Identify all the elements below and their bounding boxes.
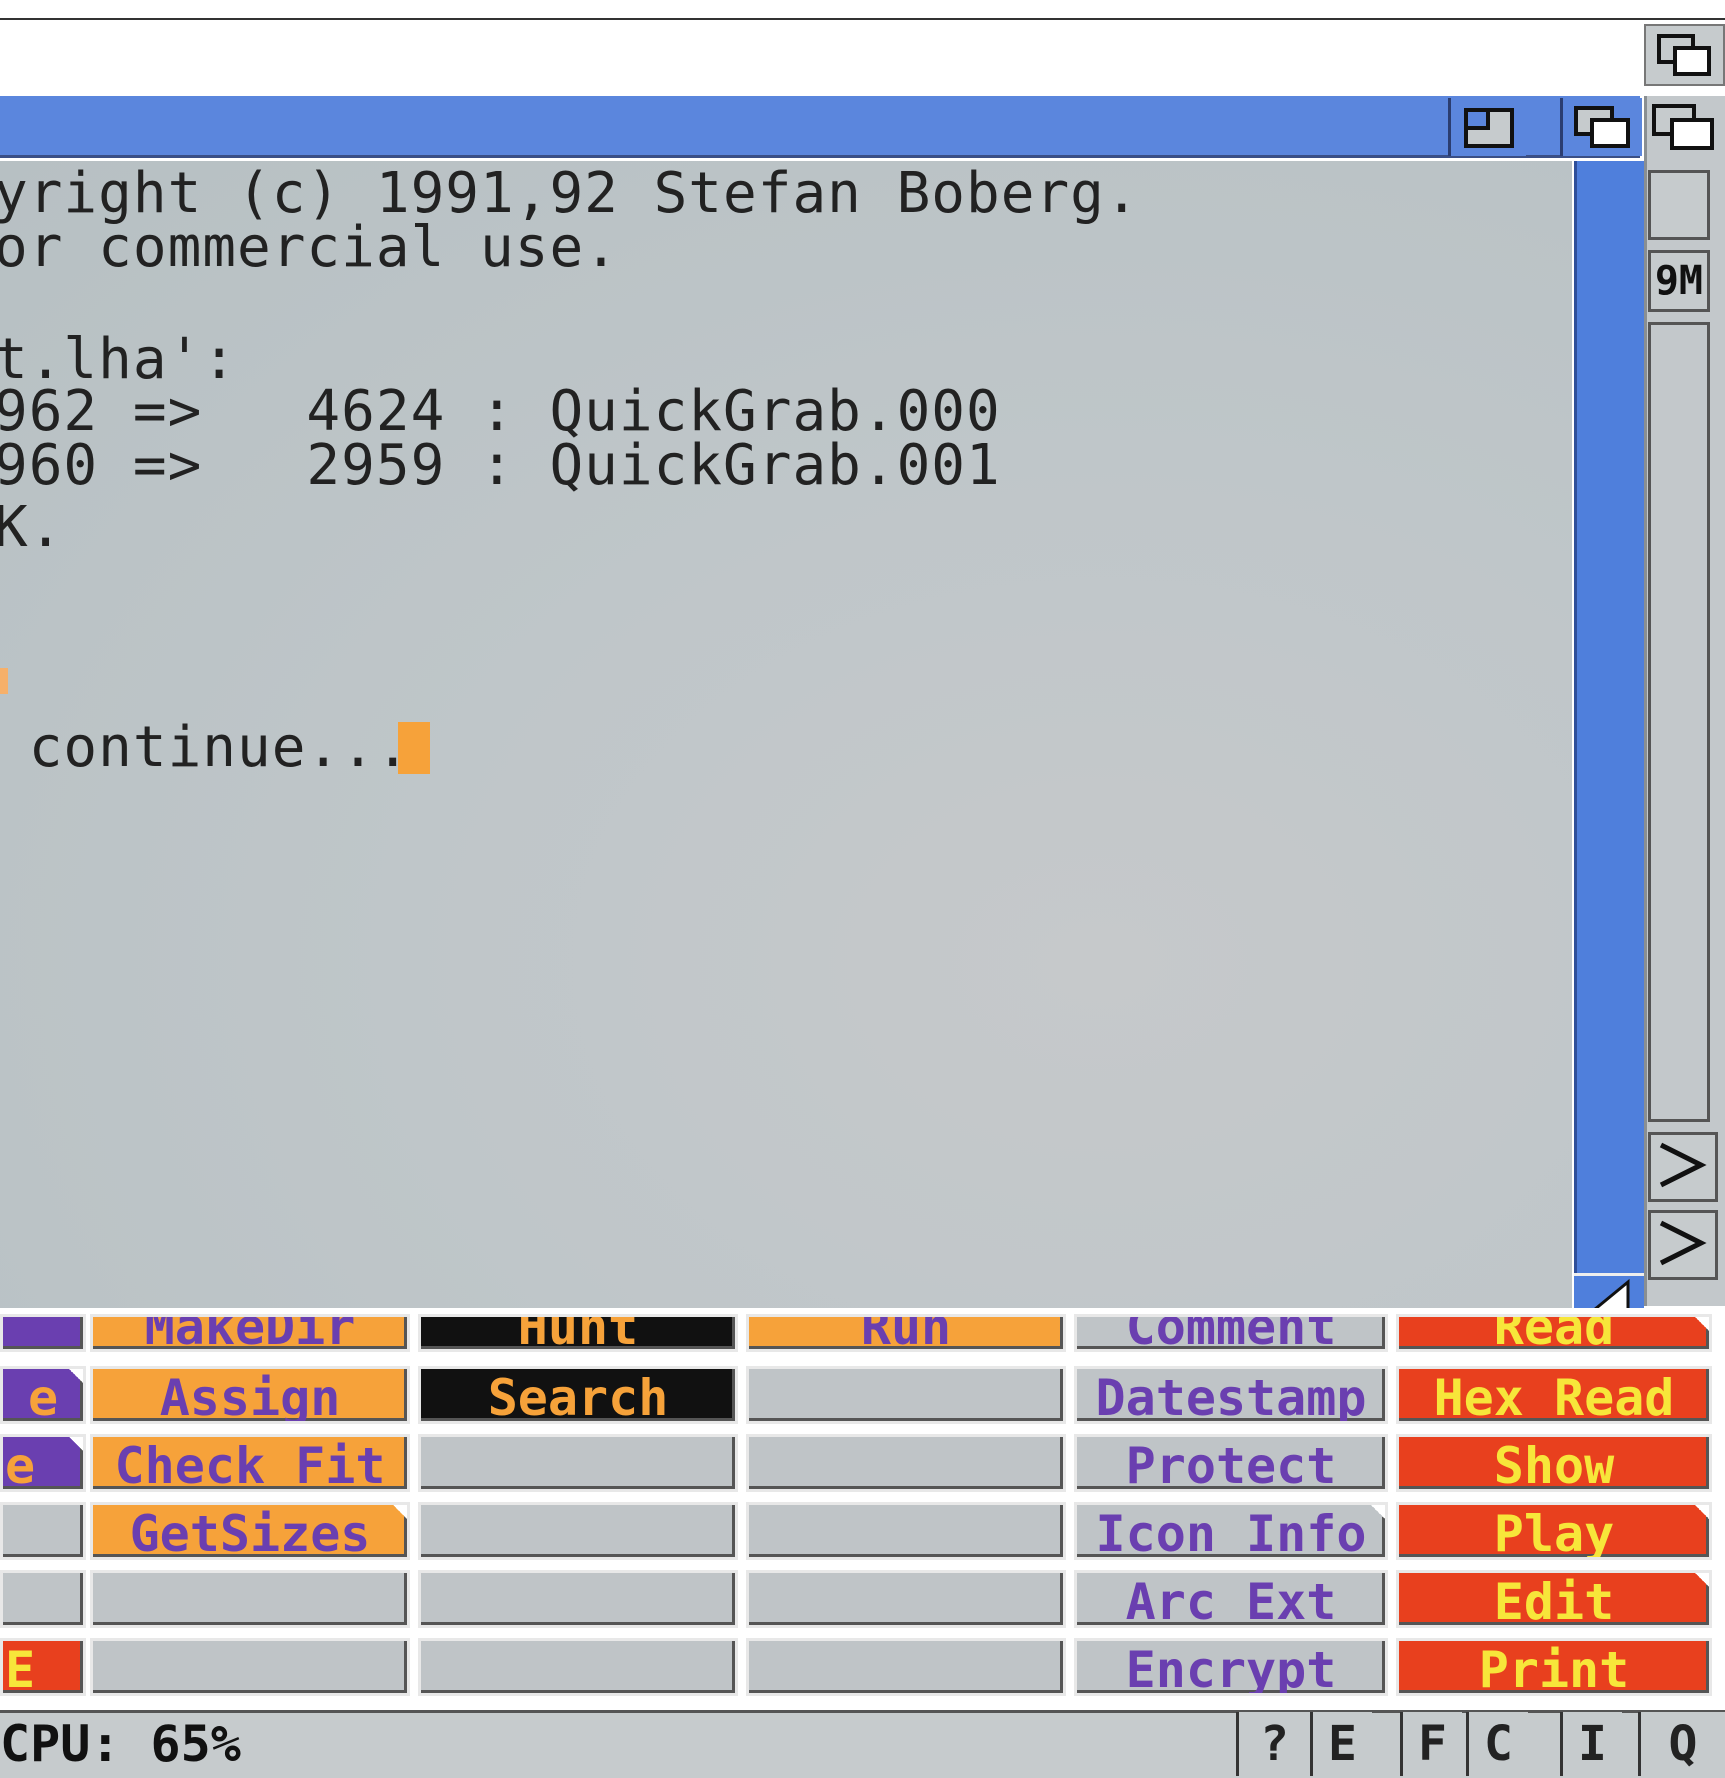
console-line: yright (c) 1991,92 Stefan Boberg. — [0, 161, 1140, 226]
assign-button[interactable]: Assign — [90, 1366, 410, 1424]
lister-scrollbar[interactable] — [1648, 322, 1710, 1122]
hex-read-button[interactable]: Hex Read — [1396, 1366, 1712, 1424]
arc-ext-button[interactable]: Arc Ext — [1074, 1570, 1388, 1628]
lister-depth-gadget[interactable] — [1648, 100, 1722, 156]
getsizes-button[interactable]: GetSizes — [90, 1502, 410, 1560]
protect-button[interactable]: Protect — [1074, 1434, 1388, 1492]
bank-button[interactable]: E — [0, 1638, 86, 1696]
comment-button[interactable]: Comment — [1074, 1314, 1388, 1352]
edit-button[interactable]: Edit — [1396, 1570, 1712, 1628]
console-line: or commercial use. — [0, 215, 619, 280]
device-label: 9M — [1648, 250, 1710, 312]
depth-icon — [1656, 34, 1711, 76]
depth-icon — [1573, 106, 1630, 148]
window-title-bar[interactable] — [0, 96, 1640, 158]
console-line: K. — [0, 495, 64, 560]
status-q-button[interactable]: Q — [1638, 1712, 1725, 1776]
bank-button[interactable] — [90, 1570, 410, 1628]
bank-button[interactable] — [746, 1434, 1066, 1492]
check-fit-button[interactable]: Check Fit — [90, 1434, 410, 1492]
status-e-button[interactable]: E — [1310, 1712, 1372, 1776]
bank-button[interactable] — [418, 1434, 738, 1492]
scroll-right-button[interactable] — [1648, 1132, 1718, 1202]
lister-gadget[interactable] — [1648, 170, 1710, 240]
arrow-right-icon — [1659, 1142, 1707, 1188]
bank-button[interactable] — [418, 1502, 738, 1560]
bank-button[interactable] — [746, 1366, 1066, 1424]
bank-button[interactable] — [0, 1314, 86, 1352]
bank-button[interactable] — [746, 1570, 1066, 1628]
encrypt-button[interactable]: Encrypt — [1074, 1638, 1388, 1696]
console-marker — [0, 668, 8, 694]
help-button[interactable]: ? — [1236, 1712, 1310, 1776]
screen-title-bar — [0, 0, 1725, 20]
search-button[interactable]: Search — [418, 1366, 738, 1424]
arrow-right-icon — [1659, 1220, 1707, 1266]
datestamp-button[interactable]: Datestamp — [1074, 1366, 1388, 1424]
status-i-button[interactable]: I — [1560, 1712, 1622, 1776]
status-c-button[interactable]: C — [1466, 1712, 1528, 1776]
bank-button[interactable] — [746, 1638, 1066, 1696]
bank-button[interactable]: e — [0, 1366, 86, 1424]
bank-button[interactable] — [90, 1638, 410, 1696]
hunt-button[interactable]: Hunt — [418, 1314, 738, 1352]
status-f-button[interactable]: F — [1400, 1712, 1462, 1776]
read-button[interactable]: Read — [1396, 1314, 1712, 1352]
zoom-icon — [1463, 108, 1514, 148]
console-line: continue... — [0, 715, 411, 780]
cpu-usage: CPU: 65% — [0, 1715, 241, 1773]
icon-info-button[interactable]: Icon Info — [1074, 1502, 1388, 1560]
screen-depth-gadget[interactable] — [1644, 24, 1725, 86]
window-depth-gadget[interactable] — [1560, 98, 1642, 156]
run-button[interactable]: Run — [746, 1314, 1066, 1352]
print-button[interactable]: Print — [1396, 1638, 1712, 1696]
zoom-gadget[interactable] — [1448, 98, 1526, 156]
bank-button[interactable] — [418, 1638, 738, 1696]
console-line: 960 => 2959 : QuickGrab.001 — [0, 433, 1001, 498]
bank-button[interactable] — [0, 1502, 86, 1560]
bank-button[interactable] — [418, 1570, 738, 1628]
text-cursor — [398, 722, 430, 774]
scroll-right-button-2[interactable] — [1648, 1210, 1718, 1280]
bank-button[interactable]: e — [0, 1434, 86, 1492]
show-button[interactable]: Show — [1396, 1434, 1712, 1492]
bank-button[interactable] — [0, 1570, 86, 1628]
play-button[interactable]: Play — [1396, 1502, 1712, 1560]
makedir-button[interactable]: MakeDir — [90, 1314, 410, 1352]
console-line: 962 => 4624 : QuickGrab.000 — [0, 379, 1001, 444]
depth-icon — [1652, 104, 1714, 150]
bank-button[interactable] — [746, 1502, 1066, 1560]
console-scrollbar[interactable] — [1574, 161, 1644, 1273]
